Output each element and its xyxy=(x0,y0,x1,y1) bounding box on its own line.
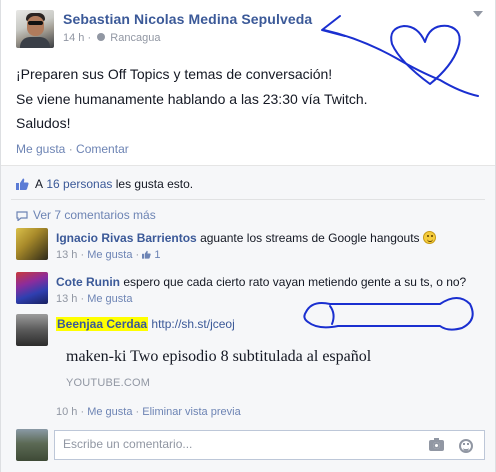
commenter-name[interactable]: Ignacio Rivas Barrientos xyxy=(56,231,197,245)
comment-like-button[interactable]: Me gusta xyxy=(87,293,132,305)
author-avatar[interactable] xyxy=(16,10,54,48)
meta-separator: · xyxy=(135,406,140,418)
thumbs-up-icon xyxy=(16,178,29,190)
comment-item: Cote Runin espero que cada cierto rato v… xyxy=(16,272,486,308)
commenter-avatar[interactable] xyxy=(16,228,48,260)
remove-preview-button[interactable]: Eliminar vista previa xyxy=(142,406,240,418)
view-more-comments[interactable]: Ver 7 comentarios más xyxy=(16,208,156,222)
post-time[interactable]: 14 h xyxy=(63,32,84,44)
emoticon-icon[interactable] xyxy=(459,439,473,453)
likes-count-link[interactable]: 16 personas xyxy=(46,177,112,191)
comment-time[interactable]: 13 h xyxy=(56,293,77,305)
like-count-value: 1 xyxy=(154,249,161,261)
current-user-avatar xyxy=(16,429,48,461)
comment-time[interactable]: 10 h xyxy=(56,406,77,418)
link-preview-source: YOUTUBE.COM xyxy=(66,377,151,389)
commenter-name[interactable]: Cote Runin xyxy=(56,275,120,289)
post-card: Sebastian Nicolas Medina Sepulveda 14 h … xyxy=(0,0,496,472)
comment-link[interactable]: http://sh.st/jceoj xyxy=(151,317,234,331)
meta-separator: · xyxy=(80,249,85,261)
comment-like-button[interactable]: Me gusta xyxy=(87,406,132,418)
link-preview[interactable]: maken-ki Two episodio 8 subtitulada al e… xyxy=(56,341,476,391)
commenter-avatar[interactable] xyxy=(16,314,48,346)
camera-icon[interactable] xyxy=(429,438,444,451)
meta-separator: · xyxy=(87,32,92,44)
commenter-name[interactable]: Beenjaa Cerdaa xyxy=(56,317,149,331)
comment-composer[interactable] xyxy=(54,430,485,460)
likes-prefix: A xyxy=(35,177,44,191)
comment-like-button[interactable]: Me gusta xyxy=(87,249,132,261)
smiley-emoji-icon xyxy=(422,231,436,244)
comment-item: Ignacio Rivas Barrientos aguante los str… xyxy=(16,228,486,264)
comment-button[interactable]: Comentar xyxy=(76,142,129,156)
link-preview-title[interactable]: maken-ki Two episodio 8 subtitulada al e… xyxy=(66,348,371,366)
likes-summary: A 16 personas les gusta esto. xyxy=(16,175,193,193)
likes-suffix: les gusta esto. xyxy=(115,177,194,191)
meta-separator: · xyxy=(135,249,140,261)
comment-input[interactable] xyxy=(63,437,423,451)
divider xyxy=(11,199,485,200)
actions-separator: · xyxy=(68,142,73,156)
meta-separator: · xyxy=(80,406,85,418)
like-button[interactable]: Me gusta xyxy=(16,142,65,156)
view-more-comments-label[interactable]: Ver 7 comentarios más xyxy=(33,208,156,222)
meta-separator: · xyxy=(80,293,85,305)
comment-text: espero que cada cierto rato vayan metien… xyxy=(123,275,467,289)
comment-like-count[interactable]: 1 xyxy=(142,249,160,261)
comment-text: aguante los streams de Google hangouts xyxy=(200,231,420,245)
globe-icon xyxy=(97,33,106,41)
post-text-line-2: Se viene humanamente hablando a las 23:3… xyxy=(16,91,368,107)
post-meta: 14 h · Rancagua xyxy=(63,32,160,44)
commenter-avatar[interactable] xyxy=(16,272,48,304)
post-location[interactable]: Rancagua xyxy=(110,32,160,44)
post-actions: Me gusta · Comentar xyxy=(16,142,129,156)
chevron-down-icon[interactable] xyxy=(473,11,483,17)
comment-time[interactable]: 13 h xyxy=(56,249,77,261)
comment-bubble-icon xyxy=(16,210,28,222)
post-author-name[interactable]: Sebastian Nicolas Medina Sepulveda xyxy=(63,11,312,27)
post-text-line-3: Saludos! xyxy=(16,115,71,131)
post-text-line-1: ¡Preparen sus Off Topics y temas de conv… xyxy=(16,66,333,82)
